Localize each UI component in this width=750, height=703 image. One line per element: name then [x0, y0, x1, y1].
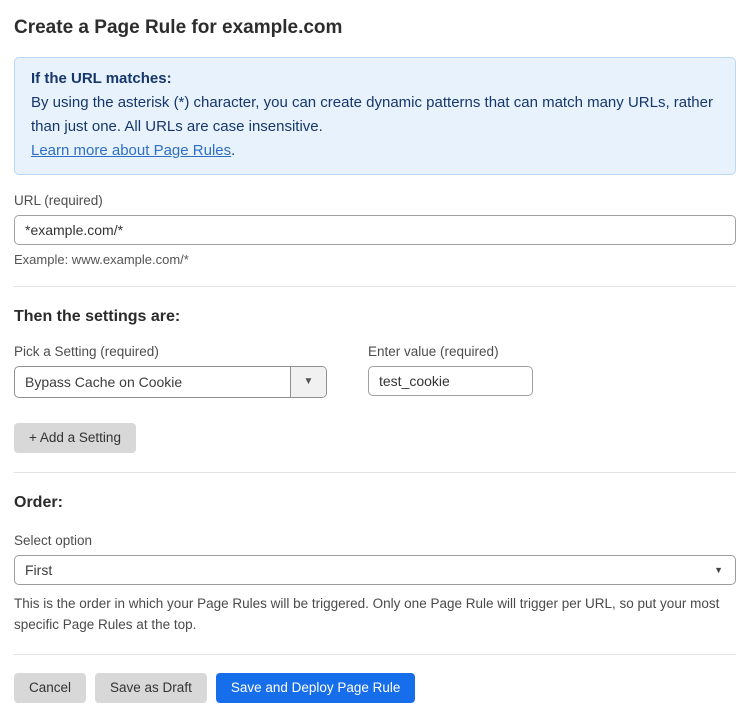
add-setting-wrap: + Add a Setting [14, 423, 736, 453]
link-suffix: . [231, 142, 235, 159]
order-select[interactable]: First ▼ [14, 555, 736, 585]
url-matches-info-box: If the URL matches: By using the asteris… [14, 57, 736, 175]
info-box-link-line: Learn more about Page Rules. [31, 139, 719, 163]
setting-select[interactable]: Bypass Cache on Cookie ▼ [14, 366, 327, 398]
url-input[interactable] [14, 215, 736, 245]
url-example-text: Example: www.example.com/* [14, 252, 736, 267]
setting-value-label: Enter value (required) [368, 344, 533, 359]
setting-picker-label: Pick a Setting (required) [14, 344, 327, 359]
setting-value-input[interactable] [368, 366, 533, 396]
save-as-draft-button[interactable]: Save as Draft [95, 673, 207, 703]
page-title: Create a Page Rule for example.com [14, 16, 736, 40]
setting-select-arrow-button[interactable]: ▼ [290, 367, 326, 397]
settings-row: Pick a Setting (required) Bypass Cache o… [14, 326, 736, 398]
divider [14, 472, 736, 473]
chevron-down-icon: ▼ [304, 377, 314, 387]
order-help-text: This is the order in which your Page Rul… [14, 593, 736, 635]
learn-more-link[interactable]: Learn more about Page Rules [31, 142, 231, 159]
add-setting-button[interactable]: + Add a Setting [14, 423, 136, 453]
order-section-heading: Order: [14, 494, 736, 512]
cancel-button[interactable]: Cancel [14, 673, 86, 703]
footer-buttons: Cancel Save as Draft Save and Deploy Pag… [14, 673, 736, 703]
info-box-heading: If the URL matches: [31, 67, 719, 91]
order-select-value: First [15, 556, 735, 584]
url-field-label: URL (required) [14, 193, 736, 208]
settings-section-heading: Then the settings are: [14, 308, 736, 326]
save-and-deploy-button[interactable]: Save and Deploy Page Rule [216, 673, 416, 703]
create-page-rule-form: Create a Page Rule for example.com If th… [0, 0, 750, 703]
setting-value-column: Enter value (required) [368, 333, 533, 396]
order-select-label: Select option [14, 533, 736, 548]
chevron-down-icon: ▼ [714, 565, 723, 575]
setting-select-value: Bypass Cache on Cookie [15, 367, 290, 397]
divider [14, 654, 736, 655]
info-box-body: By using the asterisk (*) character, you… [31, 91, 719, 139]
setting-picker-column: Pick a Setting (required) Bypass Cache o… [14, 326, 327, 398]
divider [14, 286, 736, 287]
